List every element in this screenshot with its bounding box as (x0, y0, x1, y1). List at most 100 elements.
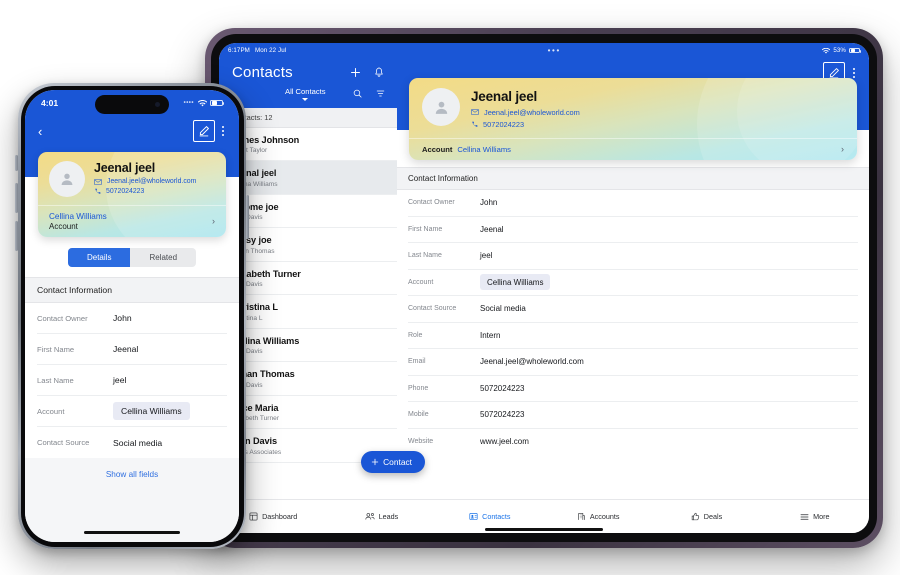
field-row-contact-owner: Contact Owner John (408, 190, 858, 217)
phone-bezel: 4:01 •••• ‹ Jeenal jeel Jeenal.jeel@whol… (20, 85, 244, 547)
phone-detail-tabs: Details Related (25, 237, 239, 277)
phone-mute-switch[interactable] (15, 155, 18, 171)
show-all-fields-link[interactable]: Show all fields (106, 470, 158, 479)
tab-deals[interactable]: Deals (652, 512, 760, 521)
phone-volume-down-button[interactable] (15, 221, 18, 251)
contact-hero-card: Jeenal jeel Jeenal.jeel@wholeworld.com 5… (38, 152, 226, 237)
battery-icon (210, 99, 224, 107)
search-icon[interactable] (353, 89, 362, 98)
contact-phone[interactable]: 5072024223 (483, 120, 524, 129)
tab-related[interactable]: Related (130, 248, 196, 267)
battery-icon (849, 47, 861, 54)
field-row-phone: Phone 5072024223 (408, 376, 858, 402)
chevron-right-icon: › (212, 216, 215, 226)
contact-hero-card: Jeenal jeel Jeenal.jeel@wholeworld.com 5… (409, 78, 857, 160)
wifi-icon (197, 99, 207, 107)
field-row-account: Account Cellina Williams (37, 396, 227, 427)
tablet-battery-percent: 53% (833, 47, 846, 54)
field-row-account: Account Cellina Williams (408, 270, 858, 296)
phone-device-frame: 4:01 •••• ‹ Jeenal jeel Jeenal.jeel@whol… (15, 83, 249, 549)
tab-more[interactable]: More (761, 512, 869, 521)
tablet-bezel: 6:17PM Mon 22 Jul ••• 53% Contacts All C… (211, 34, 877, 542)
tablet-status-time: 6:17PM (228, 47, 250, 54)
field-row-last-name: Last Name jeel (37, 365, 227, 396)
phone-nav-bar: ‹ (25, 116, 239, 152)
phone-icon (94, 188, 101, 195)
filter-icon[interactable] (376, 89, 385, 98)
contact-name: Jeenal jeel (471, 89, 538, 104)
tablet-detail-pane: Jeenal jeel Jeenal.jeel@wholeworld.com 5… (397, 58, 869, 499)
tab-leads[interactable]: Leads (327, 512, 435, 521)
phone-volume-up-button[interactable] (15, 183, 18, 213)
tablet-bottom-tab-bar: Dashboard Leads Contacts Accounts Deals … (219, 499, 869, 533)
field-row-contact-source: Contact Source Social media (408, 296, 858, 323)
kebab-menu-icon[interactable] (851, 67, 857, 79)
phone-dynamic-island (95, 95, 169, 114)
cellular-signal-icon: •••• (183, 100, 194, 106)
phone-home-indicator (84, 530, 180, 534)
account-value[interactable]: Cellina Williams (49, 212, 107, 221)
phone-power-button[interactable] (246, 195, 249, 239)
pencil-icon (198, 125, 210, 137)
account-chip[interactable]: Cellina Williams (480, 274, 551, 291)
phone-hero-section: Jeenal jeel Jeenal.jeel@wholeworld.com 5… (25, 152, 239, 237)
screenshot-stage: 6:17PM Mon 22 Jul ••• 53% Contacts All C… (0, 0, 900, 575)
account-chip[interactable]: Cellina Williams (113, 402, 190, 420)
account-link-row[interactable]: Account Cellina Williams › (409, 138, 857, 160)
contact-phone[interactable]: 5072024223 (106, 188, 144, 195)
account-label: Account (422, 145, 453, 154)
field-row-email: Email Jeenal.jeel@wholeworld.com (408, 349, 858, 376)
plus-icon (371, 458, 379, 466)
phone-contact-fields-list: Contact Owner John First Name Jeenal Las… (25, 303, 239, 458)
tablet-status-date: Mon 22 Jul (254, 47, 287, 54)
account-link-row[interactable]: Cellina Williams Account › (38, 205, 226, 237)
person-avatar-icon (422, 88, 460, 126)
view-selector[interactable]: All Contacts (285, 87, 326, 101)
deals-icon (691, 512, 700, 521)
tablet-list-header: Contacts All Contacts (219, 58, 397, 108)
tablet-status-bar: 6:17PM Mon 22 Jul ••• 53% (219, 43, 869, 58)
field-row-last-name: Last Name jeel (408, 243, 858, 270)
wifi-icon (822, 47, 831, 54)
field-row-contact-source: Contact Source Social media (37, 437, 163, 448)
add-contact-fab-label: Contact (383, 457, 412, 467)
tablet-device-frame: 6:17PM Mon 22 Jul ••• 53% Contacts All C… (205, 28, 883, 548)
kebab-menu-icon[interactable] (220, 125, 226, 137)
field-row-first-name: First Name Jeenal (37, 334, 227, 365)
back-chevron-icon[interactable]: ‹ (38, 125, 42, 138)
tablet-status-center-dots: ••• (547, 46, 561, 55)
leads-icon (365, 512, 375, 521)
contact-email[interactable]: Jeenal.jeel@wholeworld.com (107, 178, 196, 185)
account-value[interactable]: Cellina Williams (457, 145, 511, 154)
plus-icon[interactable] (350, 67, 361, 78)
add-contact-fab[interactable]: Contact (361, 451, 425, 473)
email-icon (471, 109, 479, 115)
account-label: Account (49, 222, 78, 231)
edit-contact-button[interactable] (192, 120, 215, 142)
field-row-contact-owner: Contact Owner John (37, 303, 227, 334)
phone-footer: Show all fields (25, 458, 239, 542)
tab-details[interactable]: Details (67, 248, 131, 267)
phone-screen: 4:01 •••• ‹ Jeenal jeel Jeenal.jeel@whol… (25, 90, 239, 542)
page-title: Contacts (232, 64, 293, 81)
field-row-mobile: Mobile 5072024223 (408, 402, 858, 429)
tablet-body: Contacts All Contacts Contacts: 12 James… (219, 58, 869, 499)
tab-contacts[interactable]: Contacts (436, 512, 544, 521)
bell-icon[interactable] (374, 67, 384, 78)
phone-header: 4:01 •••• ‹ (25, 90, 239, 152)
phone-status-bar: 4:01 •••• (25, 90, 239, 116)
tab-accounts[interactable]: Accounts (544, 512, 652, 521)
section-title-contact-information: Contact Information (25, 277, 239, 303)
field-row-role: Role Intern (408, 323, 858, 349)
more-menu-icon (800, 513, 809, 521)
tablet-detail-header: Jeenal jeel Jeenal.jeel@wholeworld.com 5… (397, 58, 869, 160)
chevron-right-icon: › (841, 144, 844, 154)
person-avatar-icon (49, 161, 85, 197)
contacts-icon (469, 512, 478, 521)
email-icon (94, 178, 102, 185)
field-row-first-name: First Name Jeenal (408, 217, 858, 243)
tablet-home-indicator (485, 527, 603, 531)
phone-status-time: 4:01 (41, 98, 59, 108)
dashboard-icon (249, 512, 258, 521)
contact-email[interactable]: Jeenal.jeel@wholeworld.com (484, 108, 580, 117)
